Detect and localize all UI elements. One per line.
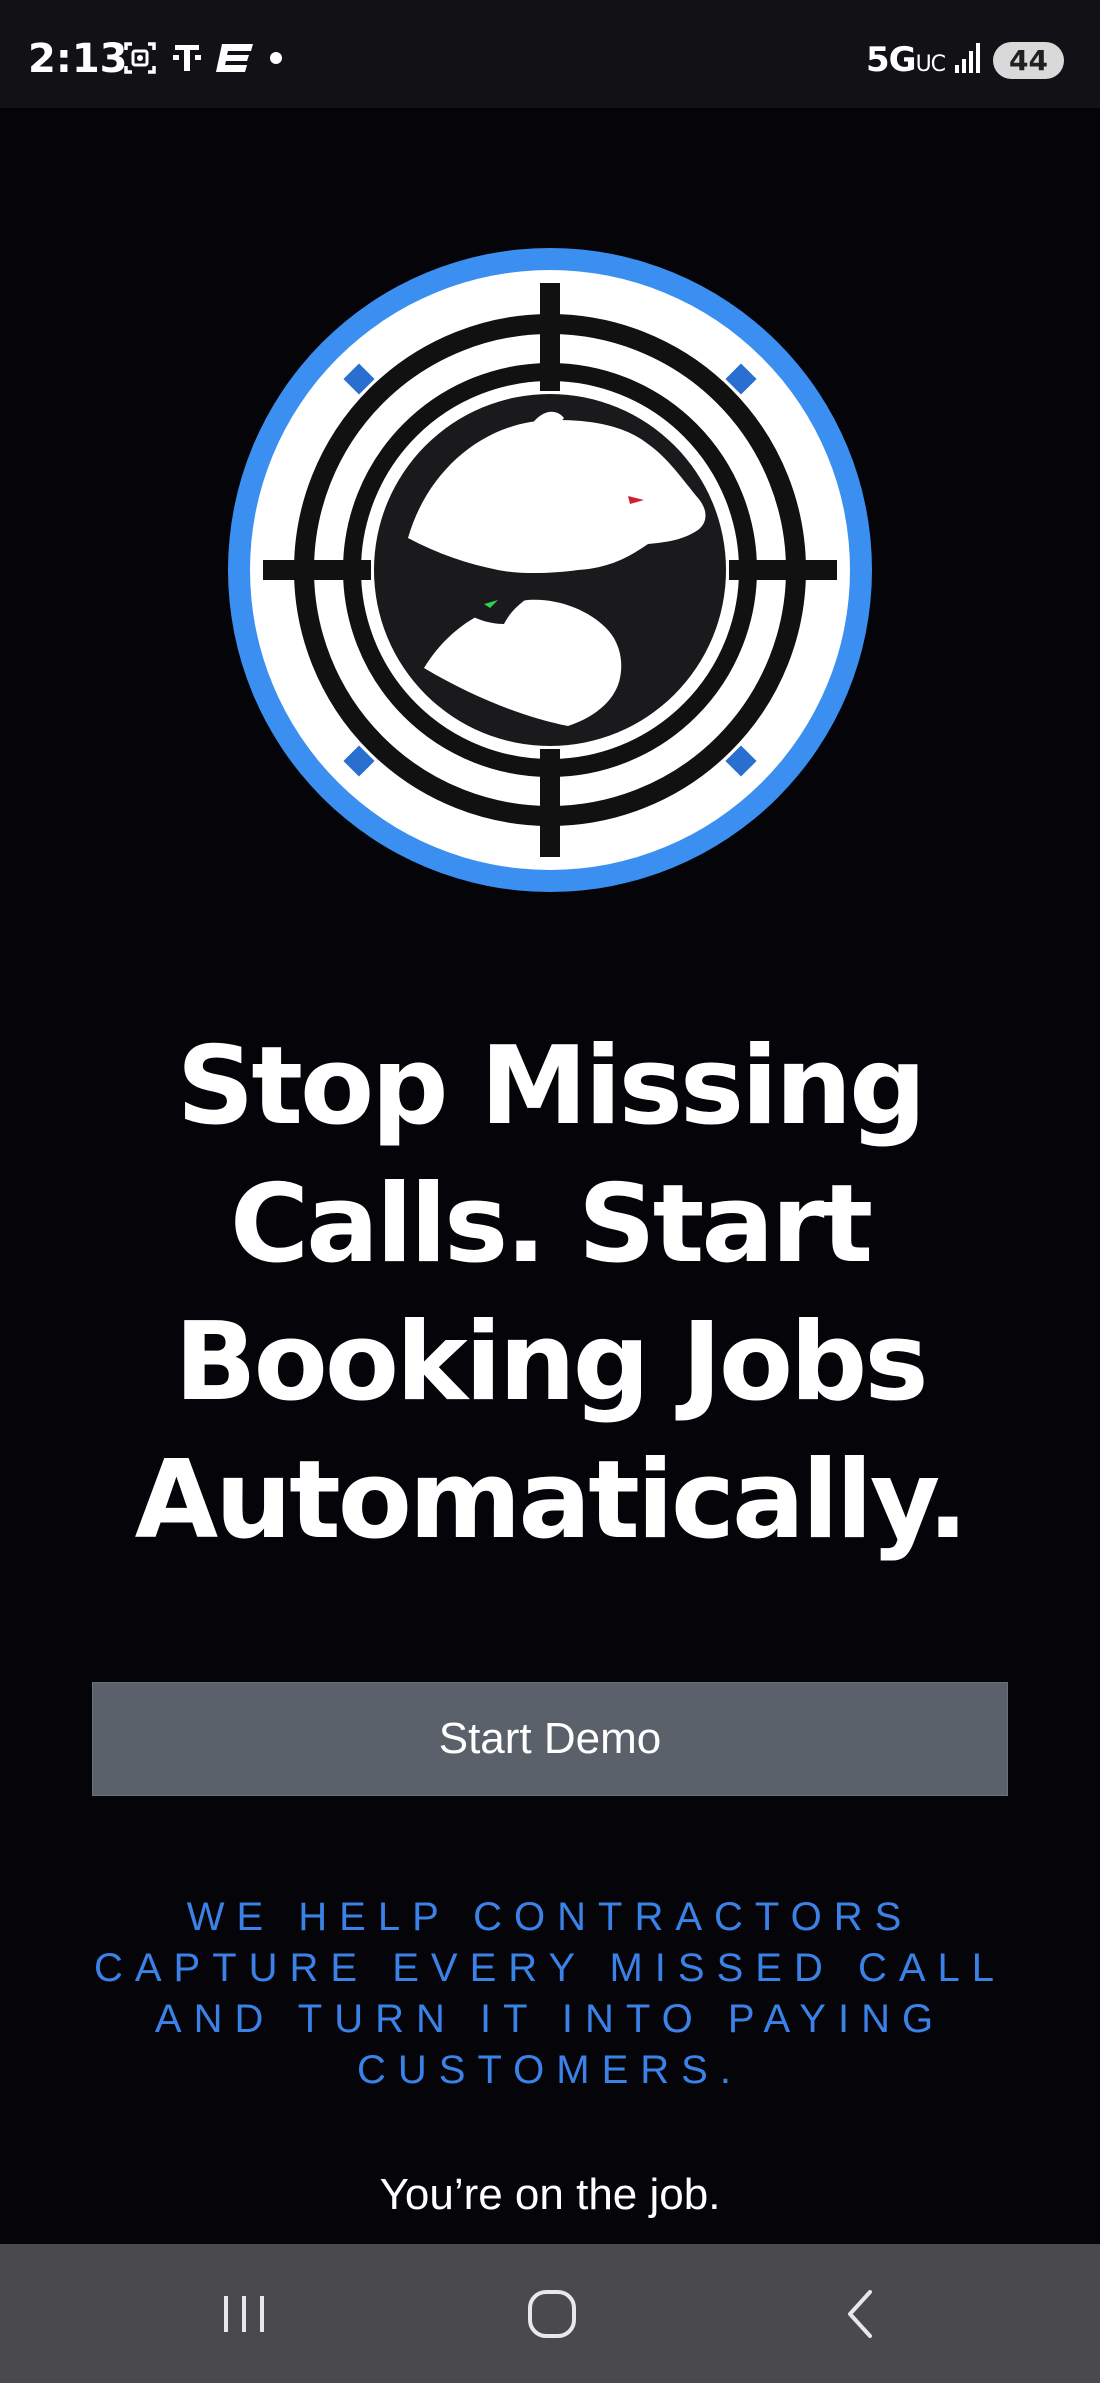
headline-line-4: Automatically. xyxy=(134,1438,969,1563)
system-navigation-bar xyxy=(0,2244,1100,2383)
status-notification-icons xyxy=(122,40,284,80)
status-system-icons: 5GUC 44 xyxy=(866,40,1064,80)
status-time: 2:13 xyxy=(28,36,128,82)
headline-line-1: Stop Missing xyxy=(176,1024,927,1149)
brand-logo xyxy=(228,248,872,892)
headline-line-3: Booking Jobs xyxy=(174,1300,928,1425)
screenshot-icon xyxy=(122,40,158,81)
home-icon xyxy=(528,2289,576,2338)
battery-indicator: 44 xyxy=(993,41,1064,79)
home-button[interactable] xyxy=(482,2244,622,2383)
subline-text: You’re on the job. xyxy=(379,2170,721,2219)
network-type: 5GUC xyxy=(865,40,946,80)
hero-headline: Stop Missing Calls. Start Booking Jobs A… xyxy=(60,1018,1040,1570)
start-demo-button[interactable]: Start Demo xyxy=(92,1682,1008,1796)
recent-apps-button[interactable] xyxy=(175,2244,315,2383)
back-button[interactable] xyxy=(790,2244,930,2383)
recent-apps-icon xyxy=(224,2295,264,2332)
dot-icon xyxy=(268,50,284,71)
espn-icon xyxy=(216,41,254,80)
headline-line-2: Calls. Start xyxy=(229,1162,873,1287)
crosshair-bear-bull-logo-icon xyxy=(228,248,872,892)
start-demo-label: Start Demo xyxy=(438,1714,662,1763)
status-bar: 2:13 5GUC 44 xyxy=(0,0,1100,108)
back-icon xyxy=(848,2289,872,2338)
t-mobile-icon xyxy=(172,41,202,80)
signal-icon xyxy=(955,41,983,80)
tagline: We help contractors capture every missed… xyxy=(93,1895,1007,2092)
